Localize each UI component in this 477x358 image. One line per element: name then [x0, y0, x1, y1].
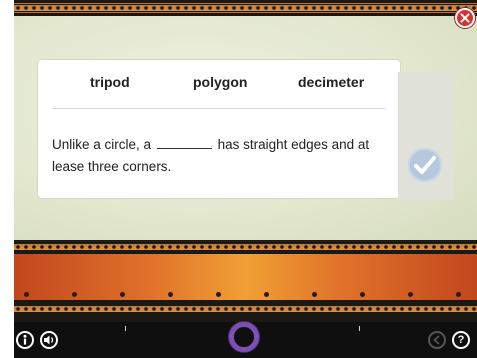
progress-tick	[359, 326, 360, 331]
close-icon[interactable]	[455, 8, 475, 28]
top-decorative-border	[14, 0, 477, 16]
progress-tick	[125, 326, 126, 331]
speaker-icon[interactable]	[40, 331, 58, 349]
bottom-toolbar: ?	[14, 322, 477, 358]
activity-screen: tripod polygon decimeter Unlike a circle…	[14, 0, 477, 358]
check-answer-button[interactable]	[408, 148, 442, 182]
progress-ring[interactable]	[229, 322, 259, 352]
fill-in-sentence: Unlike a circle, a has straight edges an…	[52, 134, 382, 178]
question-card: tripod polygon decimeter Unlike a circle…	[38, 60, 400, 198]
back-arrow-icon[interactable]	[428, 331, 446, 349]
word-choice-tripod[interactable]: tripod	[90, 74, 130, 90]
question-icon[interactable]: ?	[452, 331, 470, 349]
sentence-start: Unlike a circle, a	[52, 137, 152, 152]
word-choice-decimeter[interactable]: decimeter	[298, 74, 364, 90]
activity-canvas: tripod polygon decimeter Unlike a circle…	[14, 16, 477, 240]
divider	[52, 108, 386, 109]
info-icon[interactable]	[16, 331, 34, 349]
word-bank: tripod polygon decimeter	[38, 74, 400, 94]
word-choice-polygon[interactable]: polygon	[193, 74, 247, 90]
band-bottom-border	[14, 300, 477, 322]
checkmark-icon	[414, 156, 436, 174]
band-top-border	[14, 240, 477, 254]
answer-blank[interactable]	[156, 136, 212, 149]
check-panel	[398, 72, 454, 200]
band-dots	[14, 292, 477, 298]
decorative-band	[14, 240, 477, 322]
